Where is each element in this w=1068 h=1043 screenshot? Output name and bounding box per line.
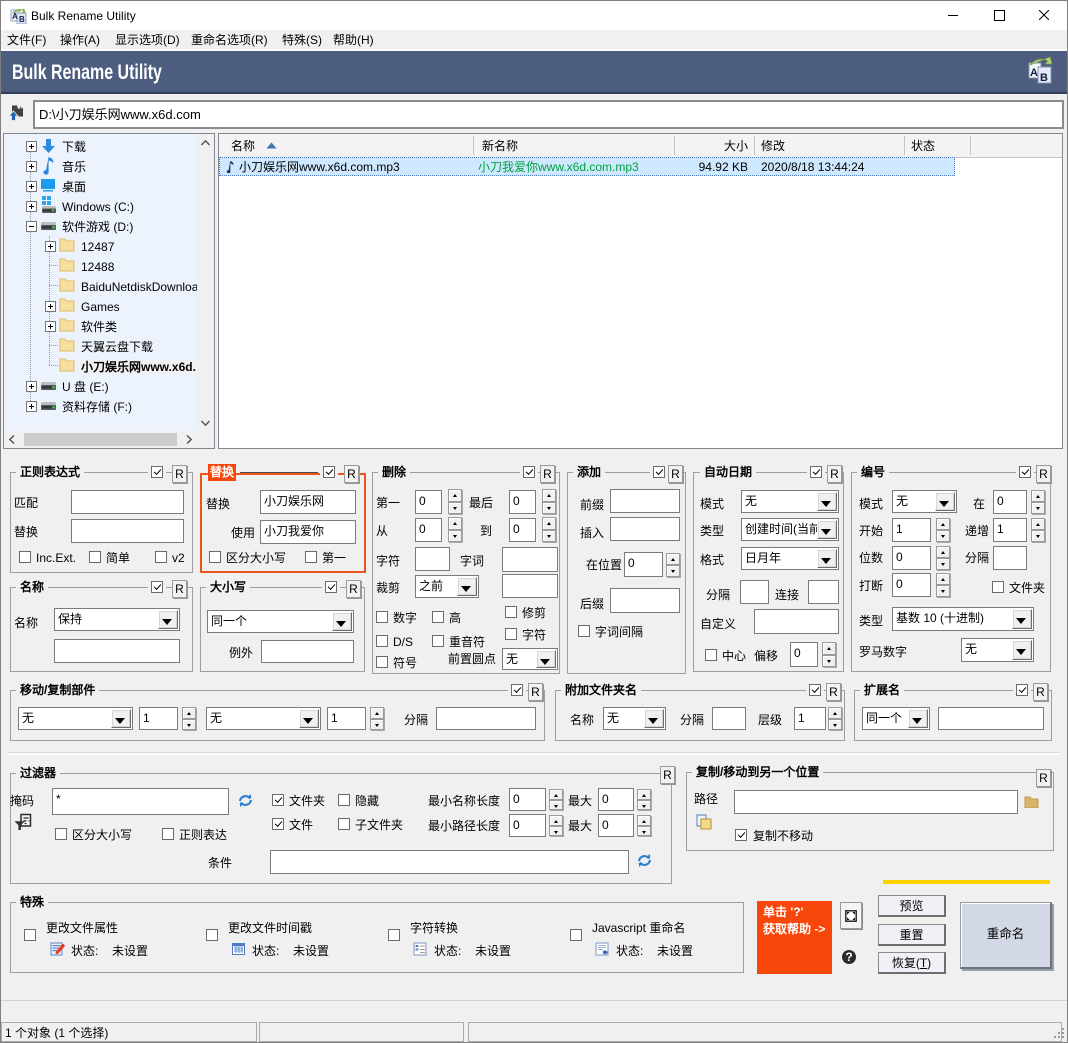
svg-text:A: A	[12, 12, 18, 21]
svg-text:B: B	[1040, 72, 1048, 84]
svg-text:B: B	[19, 15, 25, 24]
svg-text:A: A	[1030, 67, 1038, 79]
